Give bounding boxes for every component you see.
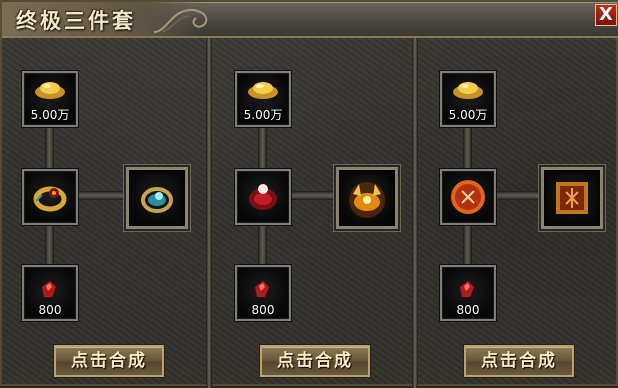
teal-ring-icon bbox=[141, 187, 173, 213]
panel-divider bbox=[206, 38, 212, 388]
soul-orb-icon bbox=[451, 180, 485, 214]
gem-cost-label: 800 bbox=[251, 303, 275, 317]
window-title: 终极三件套 bbox=[16, 8, 136, 33]
gold-cost-slot[interactable]: 5.00万 bbox=[440, 71, 496, 127]
gold-cost-slot[interactable]: 5.00万 bbox=[22, 71, 78, 127]
gem-cost-slot[interactable]: 800 bbox=[22, 265, 78, 321]
synthesize-button[interactable]: 点击合成 bbox=[54, 345, 164, 377]
source-item-slot[interactable] bbox=[22, 169, 78, 225]
gem-cost-label: 800 bbox=[38, 303, 62, 317]
synthesize-button[interactable]: 点击合成 bbox=[464, 345, 574, 377]
connector-horizontal bbox=[290, 191, 340, 200]
source-item-slot[interactable] bbox=[235, 169, 291, 225]
title-bar: 终极三件套 X bbox=[2, 2, 618, 38]
red-ring-icon bbox=[249, 184, 277, 210]
golden-horned-ring-icon bbox=[349, 182, 385, 218]
gold-cost-label: 5.00万 bbox=[30, 108, 70, 122]
source-item-slot[interactable] bbox=[440, 169, 496, 225]
gold-ring-icon bbox=[33, 186, 67, 212]
close-button[interactable]: X bbox=[595, 4, 617, 26]
gold-cost-label: 5.00万 bbox=[448, 108, 488, 122]
title-ornament-icon bbox=[153, 8, 208, 33]
gem-cost-slot[interactable]: 800 bbox=[440, 265, 496, 321]
result-item-slot[interactable] bbox=[336, 167, 398, 229]
synthesize-button[interactable]: 点击合成 bbox=[260, 345, 370, 377]
panel-divider bbox=[412, 38, 418, 388]
gem-cost-label: 800 bbox=[456, 303, 480, 317]
synthesis-window: 终极三件套 X 5.00万 800 点击合成 5.00万 800 点击合成 5.… bbox=[0, 0, 618, 388]
result-item-slot[interactable] bbox=[541, 167, 603, 229]
gold-cost-slot[interactable]: 5.00万 bbox=[235, 71, 291, 127]
result-item-slot[interactable] bbox=[126, 167, 188, 229]
gold-cost-label: 5.00万 bbox=[243, 108, 283, 122]
connector-horizontal bbox=[77, 191, 132, 200]
gem-cost-slot[interactable]: 800 bbox=[235, 265, 291, 321]
sealed-scroll-icon bbox=[556, 182, 588, 214]
connector-horizontal bbox=[495, 191, 545, 200]
